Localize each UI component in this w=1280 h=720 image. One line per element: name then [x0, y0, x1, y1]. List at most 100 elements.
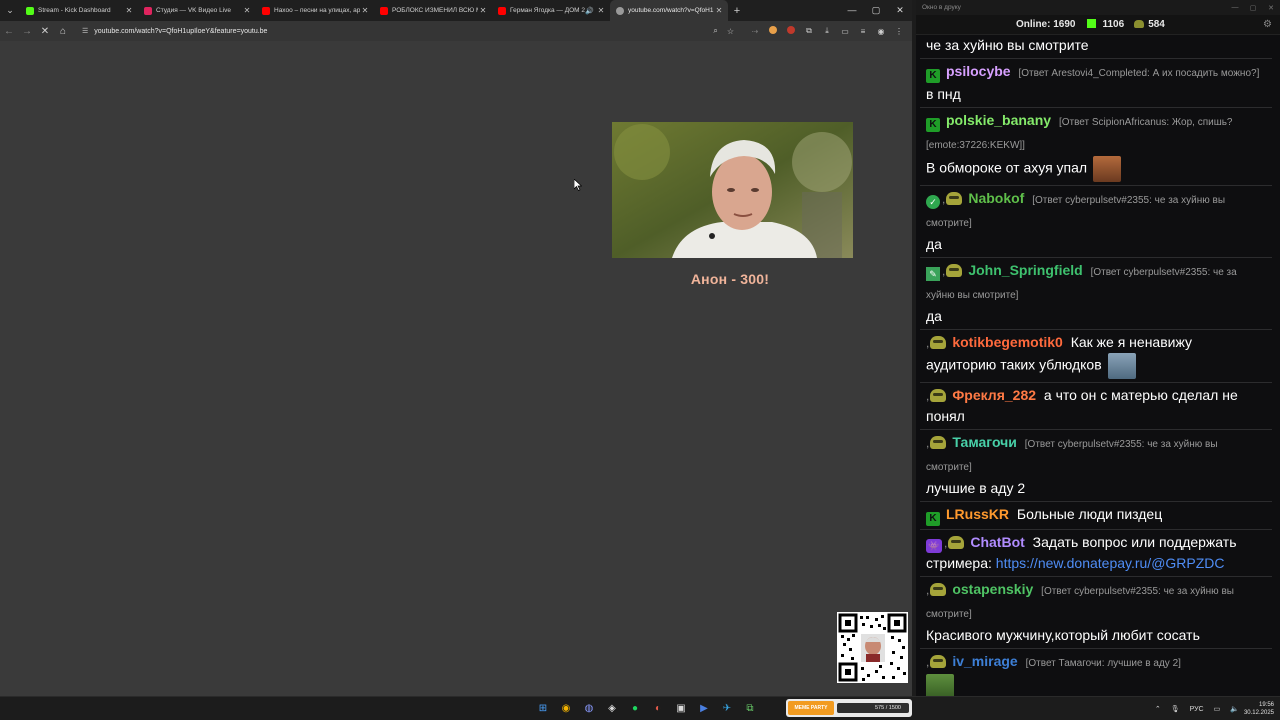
tab-search-icon[interactable]: ⌄	[0, 0, 20, 21]
close-tab-icon[interactable]: ✕	[714, 6, 724, 15]
chat-message: че за хуйню вы смотрите	[920, 35, 1272, 59]
speaker-icon[interactable]: 🔊	[585, 7, 594, 15]
video-thumbnail[interactable]	[612, 122, 853, 258]
cast-icon[interactable]: ⇢	[746, 27, 764, 36]
steam-icon[interactable]: ◈	[601, 701, 623, 717]
microphone-icon[interactable]: 🎙	[1171, 705, 1180, 713]
close-tab-icon[interactable]: ✕	[596, 6, 606, 15]
youtube-favicon-icon	[262, 6, 270, 15]
clock-date: 30.12.2025	[1243, 710, 1274, 716]
extension-orange-icon[interactable]	[764, 26, 782, 36]
network-icon[interactable]: ▭	[1214, 705, 1221, 713]
stop-loading-icon[interactable]: ✕	[36, 26, 54, 37]
bot-badge-icon: 👾	[926, 539, 942, 553]
frog-badge-icon	[946, 192, 963, 205]
close-tab-icon[interactable]: ✕	[360, 6, 370, 15]
username[interactable]: John_Springfield	[968, 262, 1082, 278]
frog-badge-icon	[930, 336, 947, 349]
chat-message: 👾, ChatBot Задать вопрос или поддержать с…	[920, 530, 1272, 577]
youtube-favicon-icon	[498, 6, 506, 15]
keyboard-language[interactable]: РУС	[1190, 706, 1204, 713]
page-content: Анон - 300!	[0, 41, 912, 696]
volume-icon[interactable]: 🔈	[1230, 705, 1239, 713]
donate-link[interactable]: https://new.donatepay.ru/@GRPZDC	[996, 555, 1225, 571]
extensions-area: ⇢ ⧉ ⤓ ▭ ≡ ◉ ⋮	[746, 26, 908, 36]
frog-badge-icon	[930, 389, 947, 402]
close-tab-icon[interactable]: ✕	[242, 6, 252, 15]
media-control-icon[interactable]: ≡	[854, 27, 872, 36]
telegram-icon[interactable]: ✈	[716, 701, 738, 717]
tab-youtube-3[interactable]: Герман Ягодка — ДОМ 2 … 🔊 ✕	[492, 0, 610, 21]
maximize-icon[interactable]: ▢	[864, 5, 888, 16]
tab-youtube-active[interactable]: youtube.com/watch?v=QfoH1… ✕	[610, 0, 728, 21]
close-tab-icon[interactable]: ✕	[478, 6, 488, 15]
message-text: лучшие в аду 2	[926, 480, 1026, 496]
close-window-icon[interactable]: ✕	[888, 5, 912, 16]
online-counter: Online: 1690	[1016, 19, 1075, 30]
username[interactable]: kotikbegemotik0	[952, 334, 1062, 350]
download-icon[interactable]: ⤓	[818, 26, 836, 36]
media-app-icon[interactable]: ◐	[647, 701, 669, 717]
username[interactable]: ostapenskiy	[952, 581, 1033, 597]
chat-message: , iv_mirage [Ответ Тамагочи: лучшие в аду…	[920, 649, 1272, 703]
bookmark-star-icon[interactable]: ☆	[727, 27, 734, 36]
zoom-icon[interactable]: ⌕	[713, 26, 717, 36]
windows-start-icon[interactable]: ⊞	[532, 701, 554, 717]
discord-icon[interactable]: ◍	[578, 701, 600, 717]
extensions-puzzle-icon[interactable]: ⧉	[800, 26, 818, 36]
kick-viewers-counter: 1106	[1087, 19, 1124, 30]
vk-favicon-icon	[144, 6, 152, 15]
new-tab-button[interactable]: +	[728, 5, 746, 17]
username[interactable]: polskie_banany	[946, 112, 1051, 128]
settings-gear-icon[interactable]: ⚙	[1263, 19, 1272, 30]
video-player-icon[interactable]: ▶	[693, 701, 715, 717]
forward-icon[interactable]: →	[18, 26, 36, 37]
site-info-icon[interactable]: ☰	[82, 27, 88, 35]
back-icon[interactable]: ←	[0, 26, 18, 37]
profile-icon[interactable]: ◉	[872, 27, 890, 36]
tab-youtube-2[interactable]: РОБЛОКС ИЗМЕНИЛ ВСЮ МО… ✕	[374, 0, 492, 21]
username[interactable]: psilocybe	[946, 63, 1011, 79]
spotify-icon[interactable]: ●	[624, 701, 646, 717]
tab-youtube-1[interactable]: Нахоо – песни на улицах, арс… ✕	[256, 0, 374, 21]
app-grid-icon[interactable]: ⧉	[739, 701, 761, 717]
kick-logo-icon	[1087, 19, 1097, 28]
chat-message: K LRussKR Больные люди пиздец	[920, 502, 1272, 530]
close-window-icon[interactable]: ✕	[1262, 4, 1280, 12]
minimize-icon[interactable]: —	[1226, 4, 1244, 12]
message-text: да	[926, 236, 942, 252]
taskbar-apps: ⊞ ◉ ◍ ◈ ● ◐ ▣ ▶ ✈ ⧉	[532, 701, 762, 717]
username[interactable]: LRussKR	[946, 506, 1009, 522]
maximize-icon[interactable]: ▢	[1244, 4, 1262, 12]
chat-window: Окно в друку — ▢ ✕ Online: 1690 1106 584…	[916, 0, 1280, 700]
address-bar[interactable]: ☰ youtube.com/watch?v=QfoH1upIloeY&featu…	[76, 23, 740, 39]
tab-vk-studio[interactable]: Студия — VK Видео Live ✕	[138, 0, 256, 21]
chat-message: , ostapenskiy [Ответ cyberpulsetv#2355: ч…	[920, 577, 1272, 649]
extension-red-icon[interactable]	[782, 26, 800, 36]
mouse-cursor-icon	[574, 179, 582, 191]
tab-kick-dashboard[interactable]: Stream - Kick Dashboard ✕	[20, 0, 138, 21]
username[interactable]: Тамагочи	[952, 434, 1017, 450]
username[interactable]: Nabokof	[968, 190, 1024, 206]
username[interactable]: iv_mirage	[952, 653, 1017, 669]
chat-message: Kpolskie_banany [Ответ ScipionAfricanus:…	[920, 108, 1272, 186]
username[interactable]: Фрекля_282	[952, 387, 1036, 403]
minimize-icon[interactable]: —	[840, 5, 864, 16]
chrome-icon[interactable]: ◉	[555, 701, 577, 717]
home-icon[interactable]: ⌂	[54, 26, 72, 37]
split-view-icon[interactable]: ▭	[836, 27, 854, 36]
chat-message: Kpsilocybe [Ответ Arestovi4_Completed: А…	[920, 59, 1272, 108]
tab-label: Студия — VK Видео Live	[156, 7, 232, 14]
tray-chevron-icon[interactable]: ⌃	[1155, 705, 1161, 713]
game-app-icon[interactable]: ▣	[670, 701, 692, 717]
close-tab-icon[interactable]: ✕	[124, 6, 134, 15]
chat-message: , Тамагочи [Ответ cyberpulsetv#2355: че з…	[920, 430, 1272, 502]
verified-shield-badge-icon: ✓	[926, 195, 940, 209]
widget-progress-bar: 575 / 1500	[837, 703, 909, 713]
kick-count: 1106	[1102, 19, 1125, 30]
tab-label: Герман Ягодка — ДОМ 2 …	[510, 7, 586, 14]
kick-badge-icon: K	[926, 118, 940, 132]
username[interactable]: ChatBot	[970, 534, 1024, 550]
menu-kebab-icon[interactable]: ⋮	[890, 27, 908, 36]
clock[interactable]: 19:56 30.12.2025	[1244, 701, 1274, 717]
